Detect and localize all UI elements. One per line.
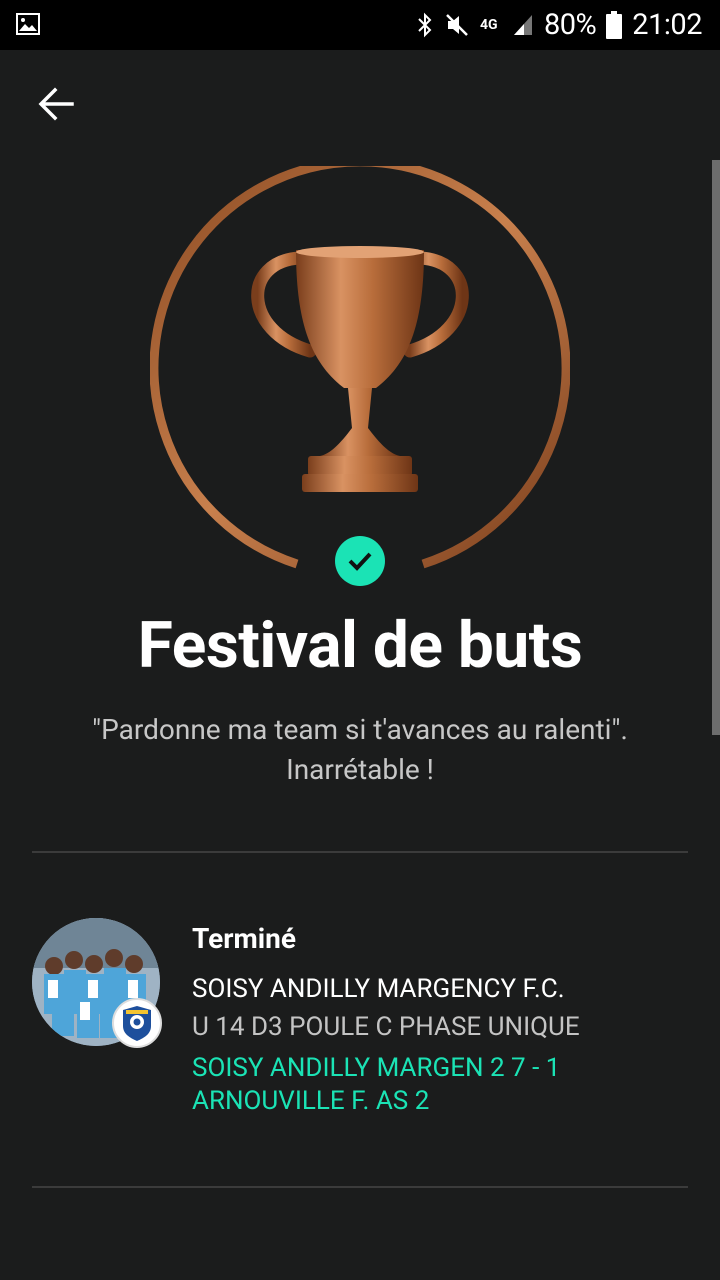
- completed-badge: [335, 536, 385, 586]
- match-score[interactable]: SOISY ANDILLY MARGEN 2 7 - 1 ARNOUVILLE …: [192, 1052, 672, 1118]
- league-name: U 14 D3 POULE C PHASE UNIQUE: [192, 1012, 580, 1042]
- match-status: Terminé: [192, 922, 296, 955]
- club-badge-icon: [112, 998, 162, 1048]
- achievement-quote: "Pardonne ma team si t'avances au ralent…: [92, 713, 628, 786]
- status-bar: 4G 80% 21:02: [0, 0, 720, 50]
- back-button[interactable]: [34, 84, 78, 124]
- achievement-trophy: [149, 157, 571, 586]
- mute-icon: [446, 14, 468, 36]
- network-type-label: 4G: [479, 17, 498, 33]
- clock: 21:02: [632, 8, 702, 42]
- team-name[interactable]: SOISY ANDILLY MARGENCY F.C.: [192, 974, 565, 1004]
- bluetooth-icon: [418, 12, 432, 38]
- arrow-left-icon: [38, 87, 74, 121]
- battery-icon: [606, 11, 623, 39]
- achievement-title: Festival de buts: [137, 608, 583, 683]
- check-icon: [348, 552, 372, 571]
- trophy-icon: [149, 157, 571, 569]
- gallery-image-icon: [16, 13, 40, 35]
- divider: [32, 851, 688, 853]
- battery-percent: 80%: [543, 8, 597, 42]
- divider: [32, 1186, 688, 1188]
- signal-icon: [513, 15, 532, 35]
